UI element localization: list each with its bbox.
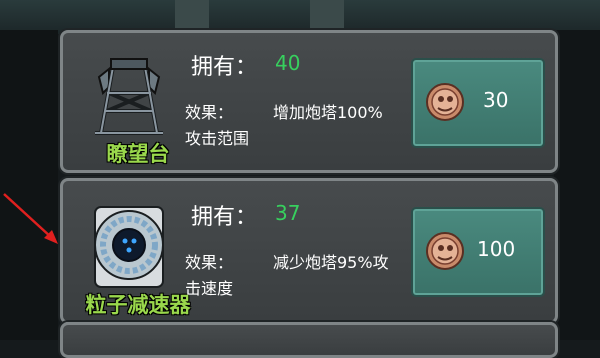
owned-label: 拥有： xyxy=(191,205,258,230)
zombie-coin-icon xyxy=(426,83,464,121)
background-pillar xyxy=(175,0,209,30)
price: 100 xyxy=(477,237,516,261)
background-header xyxy=(0,0,600,34)
effect-label: 效果： xyxy=(185,103,234,122)
background-left-wall xyxy=(0,30,58,340)
effect-label: 效果： xyxy=(185,253,234,272)
effect-text: 增加炮塔100% xyxy=(273,103,383,122)
background-pillar xyxy=(310,0,344,30)
particle-decelerator-icon xyxy=(94,206,164,288)
owned-value: 37 xyxy=(275,201,301,225)
background-right-wall xyxy=(554,30,600,340)
shop-item-partial xyxy=(60,322,558,358)
zombie-coin-icon xyxy=(426,232,464,270)
shop-item-watchtower: 瞭望台 拥有： 40 效果： 增加炮塔100% 攻击范围 30 xyxy=(60,30,558,173)
effect-text-continued: 击速度 xyxy=(185,279,234,298)
shop-item-particle-decelerator: 粒子减速器 拥有： 37 效果： 减少炮塔95%攻 击速度 100 xyxy=(60,178,558,324)
effect-text: 减少炮塔95%攻 xyxy=(273,253,389,272)
price: 30 xyxy=(483,88,509,112)
buy-button[interactable]: 30 xyxy=(411,58,545,148)
buy-button[interactable]: 100 xyxy=(411,207,545,297)
owned-label: 拥有： xyxy=(191,55,258,80)
watchtower-icon xyxy=(95,58,163,135)
effect-text-continued: 攻击范围 xyxy=(185,129,250,148)
owned-value: 40 xyxy=(275,51,301,75)
